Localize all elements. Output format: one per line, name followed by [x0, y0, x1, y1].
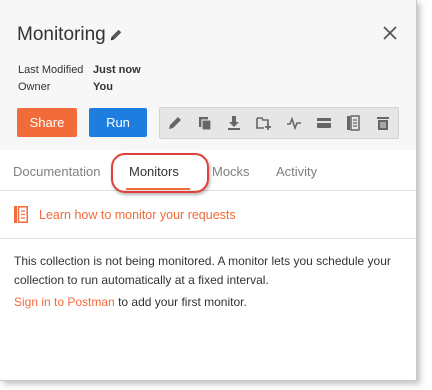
tab-documentation[interactable]: Documentation [13, 164, 100, 179]
collection-panel: Monitoring Last Modified Just now Owner … [0, 0, 417, 381]
documentation-tool-button[interactable] [339, 108, 369, 138]
download-tool-button[interactable] [220, 108, 250, 138]
share-button[interactable]: Share [17, 108, 77, 137]
trash-icon [377, 117, 390, 130]
signin-message: Sign in to Postman to add your first mon… [14, 295, 247, 309]
collection-toolbar [159, 107, 399, 139]
monitor-description: This collection is not being monitored. … [14, 254, 391, 287]
monitor-tool-button[interactable] [279, 108, 309, 138]
signin-suffix: to add your first monitor. [114, 295, 247, 309]
pencil-icon[interactable] [109, 28, 123, 42]
run-button[interactable]: Run [89, 108, 147, 137]
tab-activity[interactable]: Activity [276, 164, 317, 179]
tab-bar: Documentation Monitors Mocks Activity [0, 150, 416, 194]
tab-divider [0, 190, 416, 191]
card-icon [316, 118, 331, 128]
owner-value: You [93, 81, 113, 93]
delete-tool-button[interactable] [368, 108, 398, 138]
duplicate-tool-button[interactable] [190, 108, 220, 138]
download-icon [228, 116, 241, 130]
panel-header: Monitoring Last Modified Just now Owner … [0, 0, 416, 150]
pencil-icon [168, 117, 181, 129]
content-divider [0, 238, 416, 239]
documentation-icon [347, 115, 361, 131]
tab-monitors[interactable]: Monitors [129, 164, 179, 179]
last-modified-label: Last Modified [18, 64, 84, 76]
last-modified-value: Just now [93, 64, 141, 76]
duplicate-icon [198, 117, 212, 131]
edit-tool-button[interactable] [160, 108, 190, 138]
add-folder-icon [256, 117, 272, 130]
tab-mocks[interactable]: Mocks [212, 164, 250, 179]
active-tab-indicator [126, 188, 190, 190]
add-folder-tool-button[interactable] [249, 108, 279, 138]
learn-monitor-link-text[interactable]: Learn how to monitor your requests [39, 208, 236, 222]
collection-title: Monitoring [17, 24, 106, 45]
owner-label: Owner [18, 81, 51, 93]
card-tool-button[interactable] [309, 108, 339, 138]
signin-link[interactable]: Sign in to Postman [14, 295, 115, 309]
close-icon[interactable] [382, 25, 398, 41]
documentation-icon [14, 206, 28, 223]
monitor-pulse-icon [286, 116, 301, 131]
learn-monitor-link[interactable]: Learn how to monitor your requests [14, 206, 236, 223]
